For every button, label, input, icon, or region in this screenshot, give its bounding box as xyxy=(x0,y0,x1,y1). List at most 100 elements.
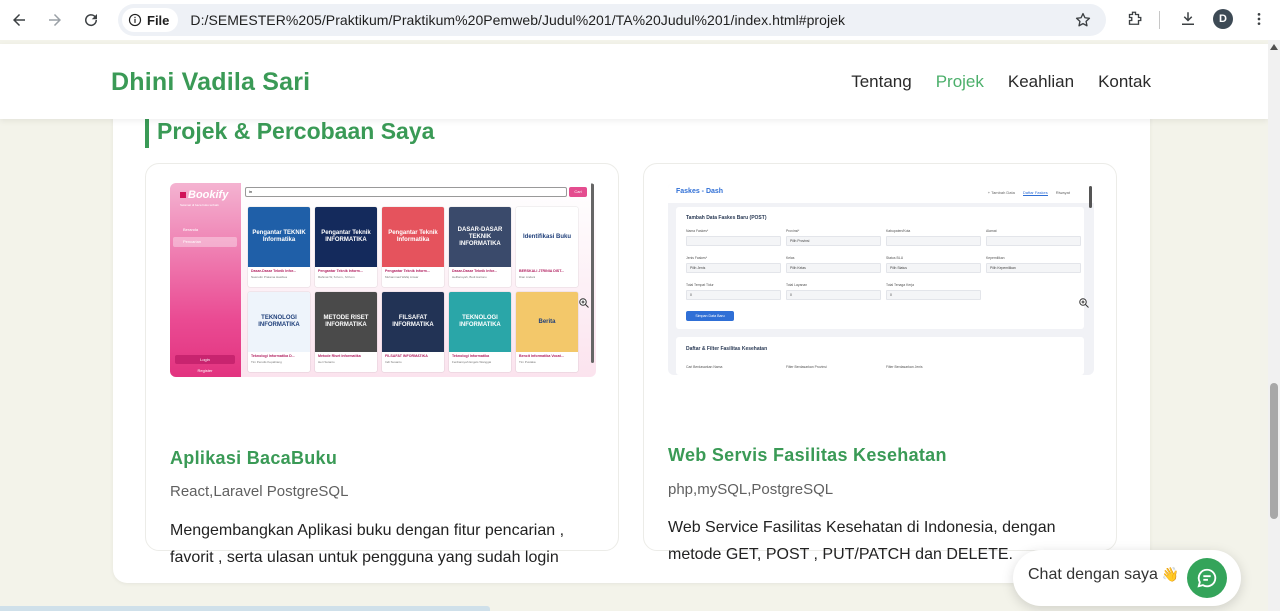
bookify-book-author: Indi Susanto xyxy=(385,360,402,364)
bookify-book-cover: Pengantar Teknik INFORMATIKA xyxy=(315,207,377,267)
bookify-book-author: Ferdiansyah Engels Wanggai xyxy=(452,360,492,364)
bookify-menu-beranda: Beranda xyxy=(183,227,199,232)
bookify-register: Register xyxy=(197,368,213,373)
bookify-book-cover: Berita xyxy=(516,292,578,352)
faskes-field-label: Total Layanan xyxy=(786,283,808,287)
page-scrollbar[interactable] xyxy=(1268,40,1280,611)
bookify-book-author: Muhammad Wafiq Anwar xyxy=(385,275,419,279)
faskes-field-input xyxy=(686,236,781,246)
project-card-bacabuku: Bookify Selamat di baca buku terbaik Ber… xyxy=(145,163,619,566)
project-tech: php,mySQL,PostgreSQL xyxy=(668,481,834,498)
faskes-field-label: Nama Faskes* xyxy=(686,229,709,233)
site-info-chip[interactable]: File xyxy=(122,8,179,32)
project-description: Mengembangkan Aplikasi buku dengan fitur… xyxy=(170,522,565,566)
bookify-book-card: DASAR-DASAR TEKNIK INFORMATIKA Dasar-Dasa… xyxy=(449,207,511,287)
nav-link-kontak[interactable]: Kontak xyxy=(1098,72,1151,92)
reload-icon[interactable] xyxy=(80,9,102,31)
faskes-field-input: Pilih Kelas xyxy=(786,263,881,273)
zoom-icon[interactable] xyxy=(1078,297,1090,309)
bookify-book-card: Pengantar Teknik Informatika Pengantar Te… xyxy=(382,207,444,287)
bookify-book-card: Identifikasi Buku BERSKALI JTRINIA DIST..… xyxy=(516,207,578,287)
bookify-search-button: Cari xyxy=(569,187,587,197)
bookify-book-author: Nasrudin Pratama Hasibua xyxy=(251,275,288,279)
faskes-field-input: 0 xyxy=(786,290,881,300)
faskes-field-label: Alamat xyxy=(986,229,997,233)
project-screenshot-faskes[interactable]: Faskes - Dash + Tambah Data Daftar Faske… xyxy=(668,183,1094,375)
star-icon[interactable] xyxy=(1074,11,1092,29)
bookify-book-cover: TEKNOLOGI INFORMATIKA xyxy=(449,292,511,352)
faskes-nav: + Tambah Data Daftar Faskes Riwayat xyxy=(988,190,1070,196)
bookify-book-cover: Pengantar TEKNIK Informatika xyxy=(248,207,310,267)
faskes-field-input xyxy=(986,236,1081,246)
profile-avatar[interactable]: D xyxy=(1212,8,1234,30)
faskes-submit: Simpan Data Baru xyxy=(686,311,734,321)
bookify-login: Login xyxy=(175,355,235,364)
bookify-book-cover: FILSAFAT INFORMATIKA xyxy=(382,292,444,352)
bookify-book-card: Berita Bencit Informatika Vocat... Tim Pus… xyxy=(516,292,578,372)
bookify-book-title: Pengantar Teknik Inform... xyxy=(385,269,430,273)
forward-arrow-icon[interactable] xyxy=(44,9,66,31)
project-card-faskes: Faskes - Dash + Tambah Data Daftar Faske… xyxy=(643,163,1117,563)
faskes-field-label: Provinsi* xyxy=(786,229,800,233)
site-brand[interactable]: Dhini Vadila Sari xyxy=(111,68,310,97)
extensions-icon[interactable] xyxy=(1123,8,1145,30)
faskes-field-input: 0 xyxy=(686,290,781,300)
scrollbar-thumb[interactable] xyxy=(1270,383,1278,519)
chat-widget[interactable]: Chat dengan saya 👋 xyxy=(1013,550,1241,606)
scroll-up-icon[interactable] xyxy=(1270,44,1278,50)
site-header: Dhini Vadila Sari Tentang Projek Keahlia… xyxy=(0,44,1268,119)
waving-hand-icon: 👋 xyxy=(1161,566,1180,582)
file-chip-label: File xyxy=(147,12,170,28)
faskes-scrollbar xyxy=(1089,186,1092,208)
project-title: Aplikasi BacaBuku xyxy=(170,448,338,468)
bookify-book-title: Metode Riset Informatika xyxy=(318,354,361,358)
faskes-nav-riwayat: Riwayat xyxy=(1055,190,1070,195)
faskes-mockup: Faskes - Dash + Tambah Data Daftar Faske… xyxy=(668,183,1094,375)
chat-label-text: Chat dengan saya xyxy=(1028,566,1158,583)
back-arrow-icon[interactable] xyxy=(8,9,30,31)
project-tech: React,Laravel PostgreSQL xyxy=(170,483,349,500)
bookify-book-cover: Pengantar Teknik Informatika xyxy=(382,207,444,267)
toolbar-separator xyxy=(1159,11,1160,29)
address-bar[interactable]: File D:/SEMESTER%205/Praktikum/Praktikum… xyxy=(118,4,1106,36)
bookify-book-title: BERSKALI JTRINIA DIST... xyxy=(519,269,564,273)
faskes-field-label: Kelas xyxy=(786,256,795,260)
faskes-field-input: Pilih Kepemilikan xyxy=(986,263,1081,273)
faskes-field-input: Pilih Provinsi xyxy=(786,236,881,246)
download-icon[interactable] xyxy=(1177,8,1199,30)
faskes-filter-provinsi: Filter Berdasarkan Provinsi xyxy=(786,365,827,369)
faskes-form-title: Tambah Data Faskes Baru (POST) xyxy=(686,215,767,221)
bookify-book-title: Teknologi Informatika xyxy=(452,354,490,358)
bookify-book-author: Tim Pustaka xyxy=(519,360,536,364)
nav-link-keahlian[interactable]: Keahlian xyxy=(1008,72,1074,92)
bookify-logo: Bookify xyxy=(180,189,228,201)
faskes-brand: Faskes - Dash xyxy=(676,188,724,195)
bookify-menu-pencarian: Pencarian xyxy=(173,237,237,247)
faskes-field-label: Kepemilikan xyxy=(986,256,1005,260)
faskes-field-input: Pilih Jenis xyxy=(686,263,781,273)
bookify-book-author: Heri Sutanto xyxy=(318,360,335,364)
status-bar-edge xyxy=(0,606,490,611)
bookify-book-card: TEKNOLOGI INFORMATIKA Teknologi Informati… xyxy=(248,292,310,372)
bookify-sidebar: Bookify Selamat di baca buku terbaik Ber… xyxy=(170,183,241,377)
avatar-letter: D xyxy=(1213,9,1233,29)
chat-button[interactable] xyxy=(1187,558,1227,598)
project-screenshot-bacabuku[interactable]: Bookify Selamat di baca buku terbaik Ber… xyxy=(170,183,596,377)
bookify-book-title: Pengantar Teknik Inform... xyxy=(318,269,363,273)
bookify-tagline: Selamat di baca buku terbaik xyxy=(180,203,219,207)
bookify-book-author: Helfiansyah, Budi Hartono xyxy=(452,275,487,279)
faskes-nav-tambah: + Tambah Data xyxy=(987,190,1015,195)
nav-link-projek[interactable]: Projek xyxy=(936,72,984,92)
faskes-field-label: Total Tenaga Kerja xyxy=(886,283,915,287)
faskes-list-panel: Daftar & Filter Fasilitas Kesehatan Cari… xyxy=(676,337,1084,375)
zoom-icon[interactable] xyxy=(578,297,590,309)
menu-dots-icon[interactable] xyxy=(1248,8,1270,30)
bookify-book-card: METODE RISET INFORMATIKA Metode Riset Inf… xyxy=(315,292,377,372)
faskes-field-input: Pilih Status xyxy=(886,263,981,273)
bookify-book-card: FILSAFAT INFORMATIKA FILSAFAT INFORMATIKA… xyxy=(382,292,444,372)
info-icon xyxy=(128,13,142,27)
chat-label: Chat dengan saya 👋 xyxy=(1028,566,1179,584)
nav-link-tentang[interactable]: Tentang xyxy=(851,72,912,92)
url-text[interactable]: D:/SEMESTER%205/Praktikum/Praktikum%20Pe… xyxy=(190,12,845,28)
faskes-list-title: Daftar & Filter Fasilitas Kesehatan xyxy=(686,346,768,352)
